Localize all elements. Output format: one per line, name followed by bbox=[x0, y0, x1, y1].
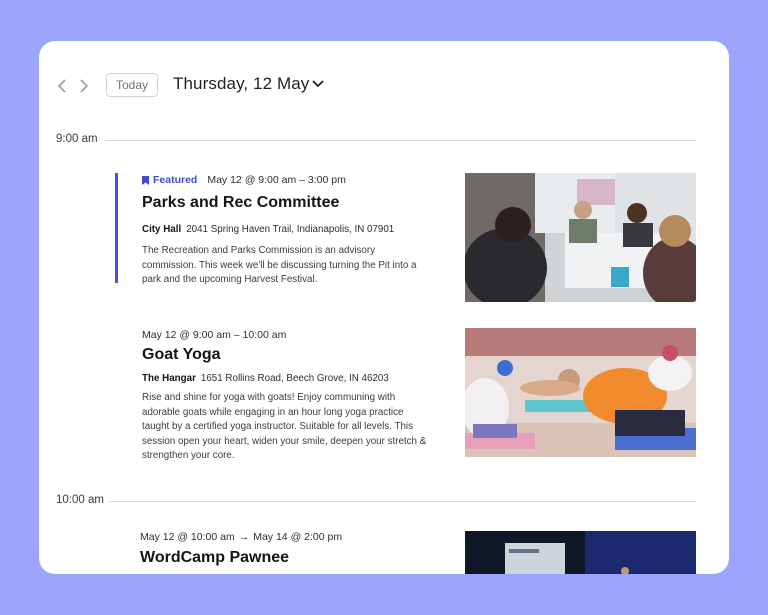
event-image[interactable] bbox=[465, 173, 696, 302]
venue-address: 1651 Rollins Road, Beech Grove, IN 46203 bbox=[200, 373, 389, 384]
chevron-right-icon[interactable] bbox=[77, 79, 91, 93]
today-button[interactable]: Today bbox=[106, 73, 158, 97]
event-description: The Recreation and Parks Commission is a… bbox=[142, 245, 417, 285]
event-venue: City Hall 2041 Spring Haven Trail, Indian… bbox=[142, 224, 394, 235]
event-date: May 12 @ 9:00 am – 10:00 am bbox=[142, 329, 287, 341]
event-image[interactable] bbox=[465, 531, 696, 574]
featured-badge: Featured bbox=[153, 174, 198, 186]
event-date-start: May 12 @ 10:00 am bbox=[140, 531, 235, 543]
event-date-end: May 14 @ 2:00 pm bbox=[253, 531, 343, 543]
venue-name[interactable]: The Hangar bbox=[142, 373, 196, 384]
arrow-right-icon: → bbox=[238, 531, 250, 543]
event-image[interactable] bbox=[465, 328, 696, 457]
date-title[interactable]: Thursday, 12 May bbox=[173, 74, 309, 94]
chevron-down-icon[interactable] bbox=[311, 77, 325, 91]
events-calendar-card: Today Thursday, 12 May 9:00 am Featured … bbox=[39, 41, 729, 574]
chevron-left-icon[interactable] bbox=[55, 79, 69, 93]
event-description: Rise and shine for yoga with goats! Enjo… bbox=[142, 392, 427, 461]
event-date: May 12 @ 9:00 am – 3:00 pm bbox=[207, 174, 346, 186]
event-title[interactable]: Parks and Rec Committee bbox=[142, 194, 339, 212]
venue-name[interactable]: City Hall bbox=[142, 224, 181, 235]
event-title[interactable]: Goat Yoga bbox=[142, 346, 221, 364]
event-title[interactable]: WordCamp Pawnee bbox=[140, 549, 289, 567]
event-venue: The Hangar 1651 Rollins Road, Beech Grove… bbox=[142, 373, 389, 384]
featured-row: Featured May 12 @ 9:00 am – 3:00 pm bbox=[142, 174, 346, 186]
event-date: May 12 @ 10:00 am → May 14 @ 2:00 pm bbox=[140, 531, 342, 543]
featured-indicator-bar bbox=[115, 173, 118, 283]
time-slot-label: 10:00 am bbox=[56, 494, 104, 506]
time-slot-divider bbox=[109, 501, 696, 502]
calendar-toolbar: Today Thursday, 12 May bbox=[39, 41, 729, 131]
bookmark-icon bbox=[142, 175, 149, 185]
time-slot-label: 9:00 am bbox=[56, 133, 98, 145]
time-slot-divider bbox=[105, 140, 696, 141]
venue-address: 2041 Spring Haven Trail, Indianapolis, I… bbox=[186, 224, 395, 235]
